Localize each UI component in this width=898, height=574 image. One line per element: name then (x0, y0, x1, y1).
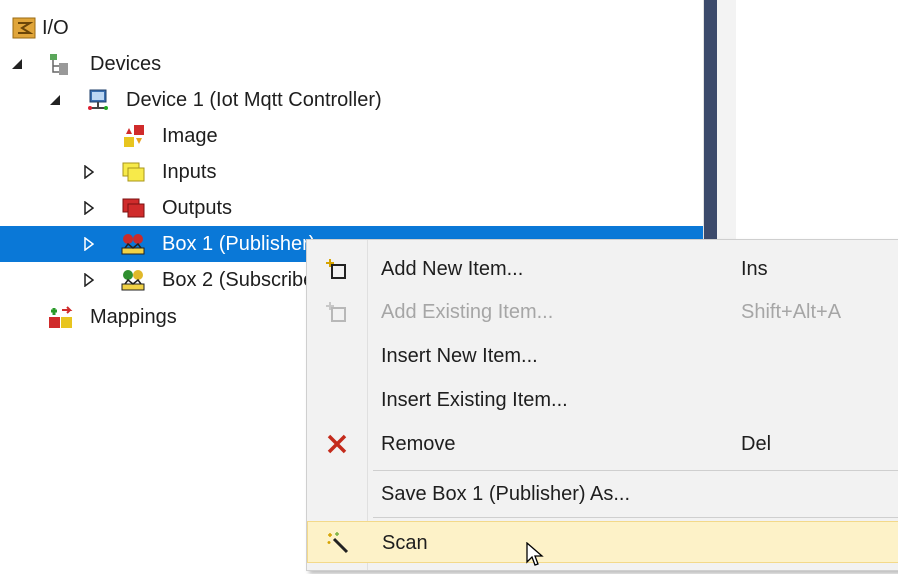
menu-item-label: Scan (382, 532, 428, 554)
box-publisher-icon (120, 232, 145, 256)
add-new-item-icon (325, 257, 349, 281)
menu-item-scan[interactable]: Scan (307, 521, 898, 563)
io-folder-icon (12, 16, 36, 40)
expand-arrow-icon[interactable] (82, 235, 96, 253)
image-process-icon (122, 124, 146, 148)
add-existing-item-icon (325, 300, 349, 324)
tree-node-label: Box 1 (Publisher) (162, 233, 316, 255)
tree-node-devices[interactable]: Devices (0, 46, 703, 82)
tree-node-outputs[interactable]: Outputs (0, 190, 703, 226)
menu-separator (373, 470, 898, 471)
scan-wand-icon (326, 531, 350, 555)
expand-arrow-icon[interactable] (82, 163, 96, 181)
tree-node-label: I/O (42, 17, 69, 39)
menu-item-insert-new-item[interactable]: Insert New Item... (307, 335, 898, 377)
devices-tree-icon (48, 52, 72, 76)
menu-separator (373, 517, 898, 518)
tree-node-label: Box 2 (Subscriber) (162, 269, 328, 291)
menu-item-save-as[interactable]: Save Box 1 (Publisher) As... (307, 473, 898, 515)
menu-item-label: Save Box 1 (Publisher) As... (381, 483, 631, 505)
tree-node-label: Mappings (90, 306, 177, 328)
menu-item-remove[interactable]: Remove Del (307, 423, 898, 465)
collapse-arrow-icon[interactable] (10, 55, 24, 73)
tree-node-label: Inputs (162, 161, 217, 183)
menu-item-label: Add New Item... (381, 258, 524, 280)
scrollbar-thumb[interactable] (704, 0, 717, 248)
tree-node-inputs[interactable]: Inputs (0, 154, 703, 190)
menu-item-label: Insert New Item... (381, 345, 538, 367)
expand-arrow-icon[interactable] (82, 271, 96, 289)
menu-item-label: Add Existing Item... (381, 301, 554, 323)
tree-node-label: Device 1 (Iot Mqtt Controller) (126, 89, 382, 111)
mouse-pointer-icon (526, 541, 546, 568)
context-menu: Add New Item... Ins Add Existing Item...… (306, 239, 898, 571)
mappings-icon (48, 305, 73, 329)
menu-item-label: Insert Existing Item... (381, 389, 568, 411)
inputs-icon (122, 160, 146, 184)
menu-item-insert-existing-item[interactable]: Insert Existing Item... (307, 379, 898, 421)
collapse-arrow-icon[interactable] (48, 91, 62, 109)
remove-x-icon (325, 432, 349, 456)
tree-node-image[interactable]: Image (0, 118, 703, 154)
box-subscriber-icon (120, 268, 145, 292)
tree-node-label: Image (162, 125, 218, 147)
menu-item-shortcut: Ins (741, 258, 768, 280)
tree-node-io[interactable]: I/O (0, 10, 703, 46)
tree-node-label: Outputs (162, 197, 233, 219)
menu-item-add-new-item[interactable]: Add New Item... Ins (307, 248, 898, 290)
menu-item-shortcut: Shift+Alt+A (741, 301, 842, 323)
menu-item-add-existing-item[interactable]: Add Existing Item... Shift+Alt+A (307, 291, 898, 333)
tree-node-device1[interactable]: Device 1 (Iot Mqtt Controller) (0, 82, 703, 118)
menu-item-label: Remove (381, 433, 456, 455)
tree-node-label: Devices (90, 53, 162, 75)
outputs-icon (122, 196, 146, 220)
menu-item-shortcut: Del (741, 433, 772, 455)
network-device-icon (86, 88, 110, 112)
expand-arrow-icon[interactable] (82, 199, 96, 217)
